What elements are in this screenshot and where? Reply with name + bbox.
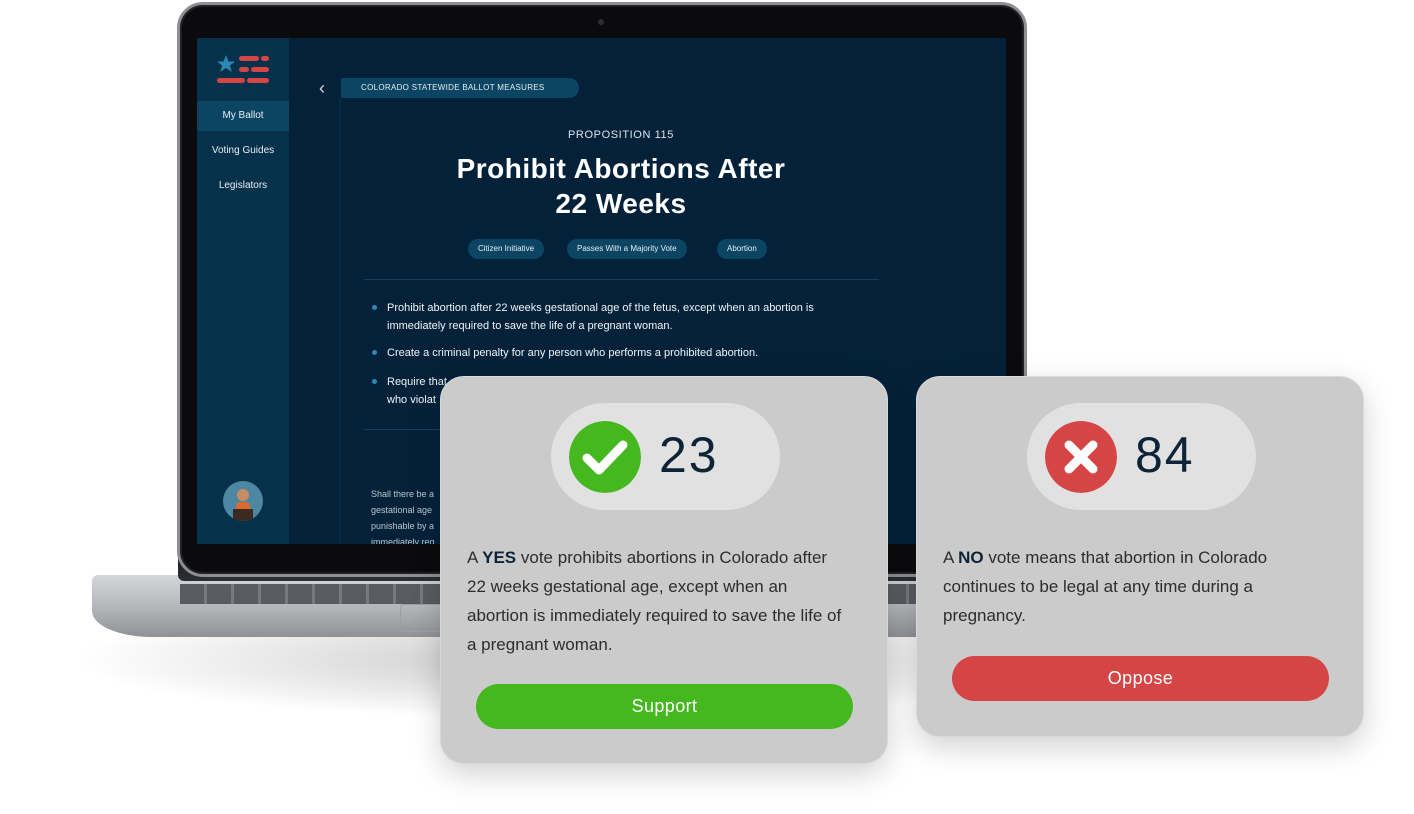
- support-card: 23 A YES vote prohibits abortions in Col…: [440, 376, 888, 764]
- sidebar: My Ballot Voting Guides Legislators: [197, 38, 289, 544]
- tag-abortion: Abortion: [717, 239, 767, 259]
- avatar-person-icon: [233, 489, 253, 521]
- desc-text: a pregnant woman.: [467, 635, 613, 654]
- summary-bullet: Prohibit abortion after 22 weeks gestati…: [372, 299, 867, 335]
- summary-bullet-line-2: who violat: [387, 394, 436, 406]
- desc-text: vote means that abortion in Colorado: [983, 548, 1268, 567]
- oppose-card: 84 A NO vote means that abortion in Colo…: [916, 376, 1364, 737]
- vote-word: NO: [958, 548, 984, 567]
- x-icon: [1045, 421, 1117, 493]
- support-button[interactable]: Support: [476, 684, 853, 729]
- support-count-pill: 23: [551, 403, 780, 510]
- stage: My Ballot Voting Guides Legislators ‹ CO…: [0, 0, 1414, 814]
- tag-majority-vote: Passes With a Majority Vote: [567, 239, 687, 259]
- back-chevron-icon[interactable]: ‹: [319, 79, 325, 97]
- check-icon: [569, 421, 641, 493]
- nav-legislators[interactable]: Legislators: [197, 171, 289, 201]
- summary-bullet: Create a criminal penalty for any person…: [372, 344, 867, 362]
- support-description: A YES vote prohibits abortions in Colora…: [467, 543, 867, 659]
- desc-text: 22 weeks gestational age, except when an: [467, 577, 788, 596]
- summary-bullet-line-1: Require that: [387, 376, 447, 388]
- proposition-number: PROPOSITION 115: [568, 129, 674, 141]
- page-title: Prohibit Abortions After 22 Weeks: [341, 151, 901, 221]
- avatar[interactable]: [223, 481, 263, 521]
- page-title-line-1: Prohibit Abortions After: [456, 153, 786, 184]
- camera-icon: [598, 19, 604, 25]
- desc-prefix: A: [943, 548, 959, 567]
- oppose-count-pill: 84: [1027, 403, 1256, 510]
- desc-text: abortion is immediately required to save…: [467, 606, 842, 625]
- logo-icon: [217, 55, 269, 83]
- vote-word: YES: [482, 548, 517, 567]
- nav-voting-guides[interactable]: Voting Guides: [197, 136, 289, 166]
- tag-citizen-initiative: Citizen Initiative: [468, 239, 545, 259]
- oppose-description: A NO vote means that abortion in Colorad…: [943, 543, 1343, 630]
- oppose-count: 84: [1135, 427, 1195, 483]
- breadcrumb[interactable]: COLORADO STATEWIDE BALLOT MEASURES: [341, 78, 579, 98]
- page-title-line-2: 22 Weeks: [555, 188, 687, 219]
- support-count: 23: [659, 427, 719, 483]
- divider: [364, 279, 879, 280]
- desc-text: continues to be legal at any time during…: [943, 577, 1253, 596]
- desc-text: pregnancy.: [943, 606, 1026, 625]
- nav-my-ballot[interactable]: My Ballot: [197, 101, 289, 131]
- desc-text: vote prohibits abortions in Colorado aft…: [516, 548, 828, 567]
- desc-prefix: A: [467, 548, 483, 567]
- oppose-button[interactable]: Oppose: [952, 656, 1329, 701]
